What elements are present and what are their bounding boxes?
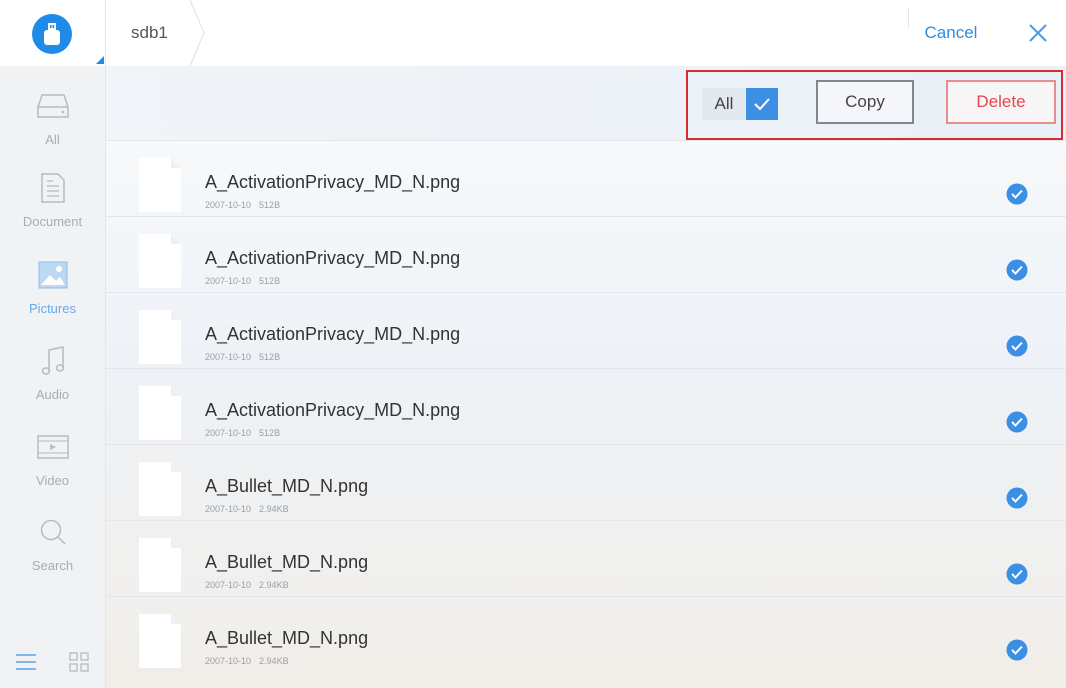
file-meta: 2007-10-10 2.94KB xyxy=(205,656,289,666)
sidebar-item-video[interactable]: Video xyxy=(0,421,105,507)
grid-view-icon xyxy=(69,652,89,672)
file-size: 2.94KB xyxy=(259,656,289,666)
usb-drive-icon xyxy=(32,14,72,54)
file-size: 512B xyxy=(259,352,281,362)
sidebar-item-label: Search xyxy=(31,558,74,573)
file-meta: 2007-10-10 512B xyxy=(205,428,280,438)
sidebar: All Document Pictures Audio Video Search xyxy=(0,0,106,688)
file-size: 512B xyxy=(259,428,281,438)
checked-circle-icon[interactable] xyxy=(1006,183,1028,205)
list-item[interactable]: A_ActivationPrivacy_MD_N.png 2007-10-10 5… xyxy=(106,293,1066,369)
sidebar-item-search[interactable]: Search xyxy=(0,506,105,592)
search-icon xyxy=(33,512,73,552)
list-item[interactable]: A_Bullet_MD_N.png 2007-10-10 2.94KB xyxy=(106,597,1066,673)
checked-circle-icon[interactable] xyxy=(1006,487,1028,509)
file-size: 512B xyxy=(259,200,281,210)
list-item[interactable]: A_ActivationPrivacy_MD_N.png 2007-10-10 5… xyxy=(106,369,1066,445)
list-item[interactable]: A_Bullet_MD_N.png 2007-10-10 2.94KB xyxy=(106,521,1066,597)
checked-circle-icon[interactable] xyxy=(1006,335,1028,357)
list-item[interactable]: A_Bullet_MD_N.png 2007-10-10 2.94KB xyxy=(106,445,1066,521)
file-name: A_Bullet_MD_N.png xyxy=(205,552,369,572)
sidebar-item-label: Audio xyxy=(35,387,70,402)
file-meta: 2007-10-10 512B xyxy=(205,200,280,210)
app-logo[interactable] xyxy=(0,0,105,66)
file-meta: 2007-10-10 512B xyxy=(205,352,280,362)
file-date: 2007-10-10 xyxy=(205,352,252,362)
file-date: 2007-10-10 xyxy=(205,276,252,286)
file-name: A_ActivationPrivacy_MD_N.png xyxy=(205,324,461,344)
sidebar-item-label: Video xyxy=(35,473,69,488)
cancel-button[interactable]: Cancel xyxy=(906,0,996,66)
select-all-label: All xyxy=(702,88,746,120)
file-date: 2007-10-10 xyxy=(205,200,252,210)
list-item[interactable]: A_ActivationPrivacy_MD_N.png 2007-10-10 5… xyxy=(106,217,1066,293)
drive-icon xyxy=(33,86,73,126)
file-date: 2007-10-10 xyxy=(205,656,252,666)
file-thumbnail-icon xyxy=(139,462,181,516)
select-all-checkbox[interactable] xyxy=(746,88,778,120)
file-list: A_ActivationPrivacy_MD_N.png 2007-10-10 5… xyxy=(106,141,1066,688)
breadcrumb-chevron-icon xyxy=(189,0,205,66)
file-thumbnail-icon xyxy=(139,386,181,440)
file-date: 2007-10-10 xyxy=(205,428,252,438)
file-thumbnail-icon xyxy=(139,614,181,668)
file-name: A_ActivationPrivacy_MD_N.png xyxy=(205,172,461,192)
close-icon xyxy=(1029,24,1047,42)
selection-toolbar: All Copy Delete xyxy=(106,66,1066,141)
file-thumbnail-icon xyxy=(139,158,181,212)
file-size: 2.94KB xyxy=(259,504,289,514)
checked-circle-icon[interactable] xyxy=(1006,411,1028,433)
checked-circle-icon[interactable] xyxy=(1006,639,1028,661)
sidebar-item-pictures[interactable]: Pictures xyxy=(0,249,105,335)
sidebar-item-label: Document xyxy=(22,214,83,229)
file-thumbnail-icon xyxy=(139,234,181,288)
file-meta: 2007-10-10 2.94KB xyxy=(205,580,289,590)
sidebar-item-label: All xyxy=(45,132,60,147)
list-item[interactable]: A_ActivationPrivacy_MD_N.png 2007-10-10 5… xyxy=(106,141,1066,217)
close-button[interactable] xyxy=(1026,21,1050,45)
sidebar-item-all[interactable]: All xyxy=(0,80,105,166)
file-name: A_Bullet_MD_N.png xyxy=(205,628,369,648)
checkmark-icon xyxy=(754,98,770,111)
sidebar-item-document[interactable]: Document xyxy=(0,162,105,248)
file-thumbnail-icon xyxy=(139,310,181,364)
list-view-icon xyxy=(16,654,36,670)
file-size: 512B xyxy=(259,276,281,286)
music-note-icon xyxy=(33,341,73,381)
file-thumbnail-icon xyxy=(139,538,181,592)
header: sdb1 Cancel xyxy=(106,0,1066,66)
file-name: A_ActivationPrivacy_MD_N.png xyxy=(205,248,461,268)
file-date: 2007-10-10 xyxy=(205,504,252,514)
file-name: A_Bullet_MD_N.png xyxy=(205,476,369,496)
video-icon xyxy=(33,427,73,467)
sidebar-item-label: Pictures xyxy=(29,301,76,316)
checked-circle-icon[interactable] xyxy=(1006,563,1028,585)
list-view-button[interactable] xyxy=(0,637,52,687)
dropdown-corner-icon xyxy=(96,56,104,64)
file-meta: 2007-10-10 512B xyxy=(205,276,280,286)
file-name: A_ActivationPrivacy_MD_N.png xyxy=(205,400,461,420)
file-size: 2.94KB xyxy=(259,580,289,590)
pictures-icon xyxy=(33,255,73,295)
delete-button[interactable]: Delete xyxy=(946,80,1056,124)
sidebar-item-audio[interactable]: Audio xyxy=(0,335,105,421)
copy-button[interactable]: Copy xyxy=(816,80,914,124)
checked-circle-icon[interactable] xyxy=(1006,259,1028,281)
file-meta: 2007-10-10 2.94KB xyxy=(205,504,289,514)
grid-view-button[interactable] xyxy=(53,637,105,687)
breadcrumb-label: sdb1 xyxy=(131,23,168,42)
file-date: 2007-10-10 xyxy=(205,580,252,590)
document-icon xyxy=(33,168,73,208)
